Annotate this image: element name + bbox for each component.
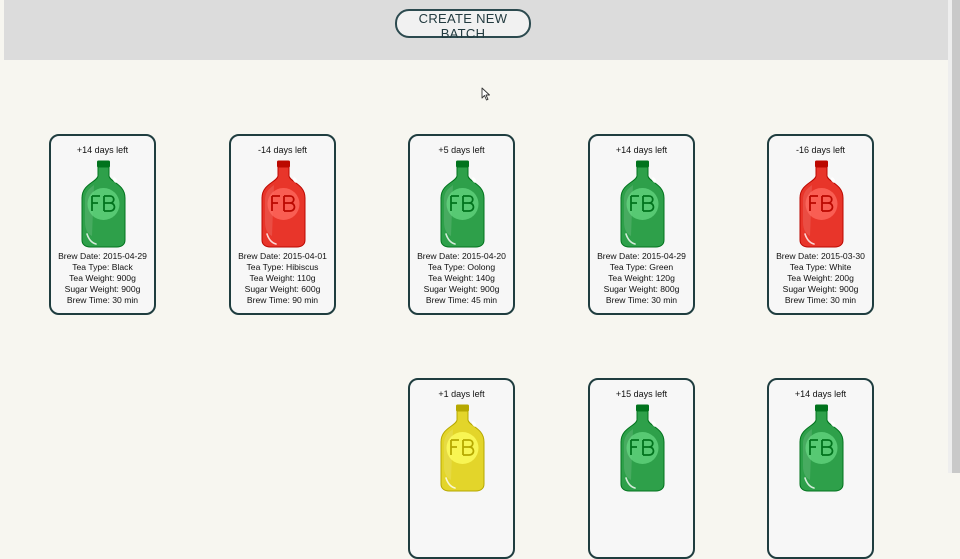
sugar-weight: Sugar Weight: 800g — [603, 284, 680, 294]
days-left-label: +15 days left — [615, 389, 668, 399]
tea-type: Tea Type: Green — [609, 262, 674, 272]
days-left-label: +14 days left — [615, 145, 668, 155]
tea-type: Tea Type: White — [789, 262, 852, 272]
sugar-weight: Sugar Weight: 900g — [782, 284, 859, 294]
mouse-pointer-icon — [481, 87, 490, 101]
days-left-label: +14 days left — [76, 145, 129, 155]
batch-card[interactable]: -14 days left Brew Date: 2015-04-01 Tea … — [229, 134, 336, 315]
brew-date: Brew Date: 2015-04-29 — [597, 251, 686, 261]
days-left-label: +14 days left — [794, 389, 847, 399]
batch-details: Brew Date: 2015-03-30 Tea Type: White Te… — [769, 251, 872, 306]
bottle-icon — [620, 160, 665, 248]
brew-time: Brew Time: 30 min — [784, 295, 857, 305]
bottle-icon — [799, 160, 844, 248]
batch-details: Brew Date: 2015-04-29 Tea Type: Green Te… — [590, 251, 693, 306]
batch-details: Brew Date: 2015-04-01 Tea Type: Hibiscus… — [231, 251, 334, 306]
bottle-icon — [620, 404, 665, 492]
sugar-weight: Sugar Weight: 600g — [244, 284, 321, 294]
brew-time: Brew Time: 45 min — [425, 295, 498, 305]
batch-card[interactable]: +14 days left — [767, 378, 874, 559]
tea-weight: Tea Weight: 120g — [608, 273, 675, 283]
brew-time: Brew Time: 30 min — [605, 295, 678, 305]
tea-weight: Tea Weight: 110g — [249, 273, 316, 283]
brew-time: Brew Time: 90 min — [246, 295, 319, 305]
tea-type: Tea Type: Oolong — [427, 262, 496, 272]
tea-weight: Tea Weight: 200g — [787, 273, 854, 283]
days-left-label: +1 days left — [438, 389, 485, 399]
batch-details: Brew Date: 2015-04-20 Tea Type: Oolong T… — [410, 251, 513, 306]
bottle-icon — [261, 160, 306, 248]
tea-type: Tea Type: Black — [72, 262, 133, 272]
batch-card[interactable]: +5 days left Brew Date: 2015-04-20 Tea T… — [408, 134, 515, 315]
scrollbar[interactable] — [952, 0, 960, 473]
sugar-weight: Sugar Weight: 900g — [64, 284, 141, 294]
bottle-icon — [440, 160, 485, 248]
header-bar: CREATE NEW BATCH — [4, 0, 948, 60]
batch-card[interactable]: +15 days left — [588, 378, 695, 559]
brew-date: Brew Date: 2015-04-20 — [417, 251, 506, 261]
bottle-icon — [81, 160, 126, 248]
brew-date: Brew Date: 2015-03-30 — [776, 251, 865, 261]
days-left-label: -14 days left — [257, 145, 308, 155]
batch-details: Brew Date: 2015-04-29 Tea Type: Black Te… — [51, 251, 154, 306]
batch-card[interactable]: +1 days left — [408, 378, 515, 559]
brew-date: Brew Date: 2015-04-01 — [238, 251, 327, 261]
create-new-batch-button[interactable]: CREATE NEW BATCH — [395, 9, 531, 41]
batch-card[interactable]: +14 days left Brew Date: 2015-04-29 Tea … — [49, 134, 156, 315]
tea-weight: Tea Weight: 900g — [69, 273, 136, 283]
tea-type: Tea Type: Hibiscus — [246, 262, 319, 272]
bottle-icon — [799, 404, 844, 492]
brew-date: Brew Date: 2015-04-29 — [58, 251, 147, 261]
sugar-weight: Sugar Weight: 900g — [423, 284, 500, 294]
days-left-label: -16 days left — [795, 145, 846, 155]
days-left-label: +5 days left — [438, 145, 485, 155]
batch-card[interactable]: -16 days left Brew Date: 2015-03-30 Tea … — [767, 134, 874, 315]
tea-weight: Tea Weight: 140g — [428, 273, 495, 283]
batch-card[interactable]: +14 days left Brew Date: 2015-04-29 Tea … — [588, 134, 695, 315]
bottle-icon — [440, 404, 485, 492]
brew-time: Brew Time: 30 min — [66, 295, 139, 305]
